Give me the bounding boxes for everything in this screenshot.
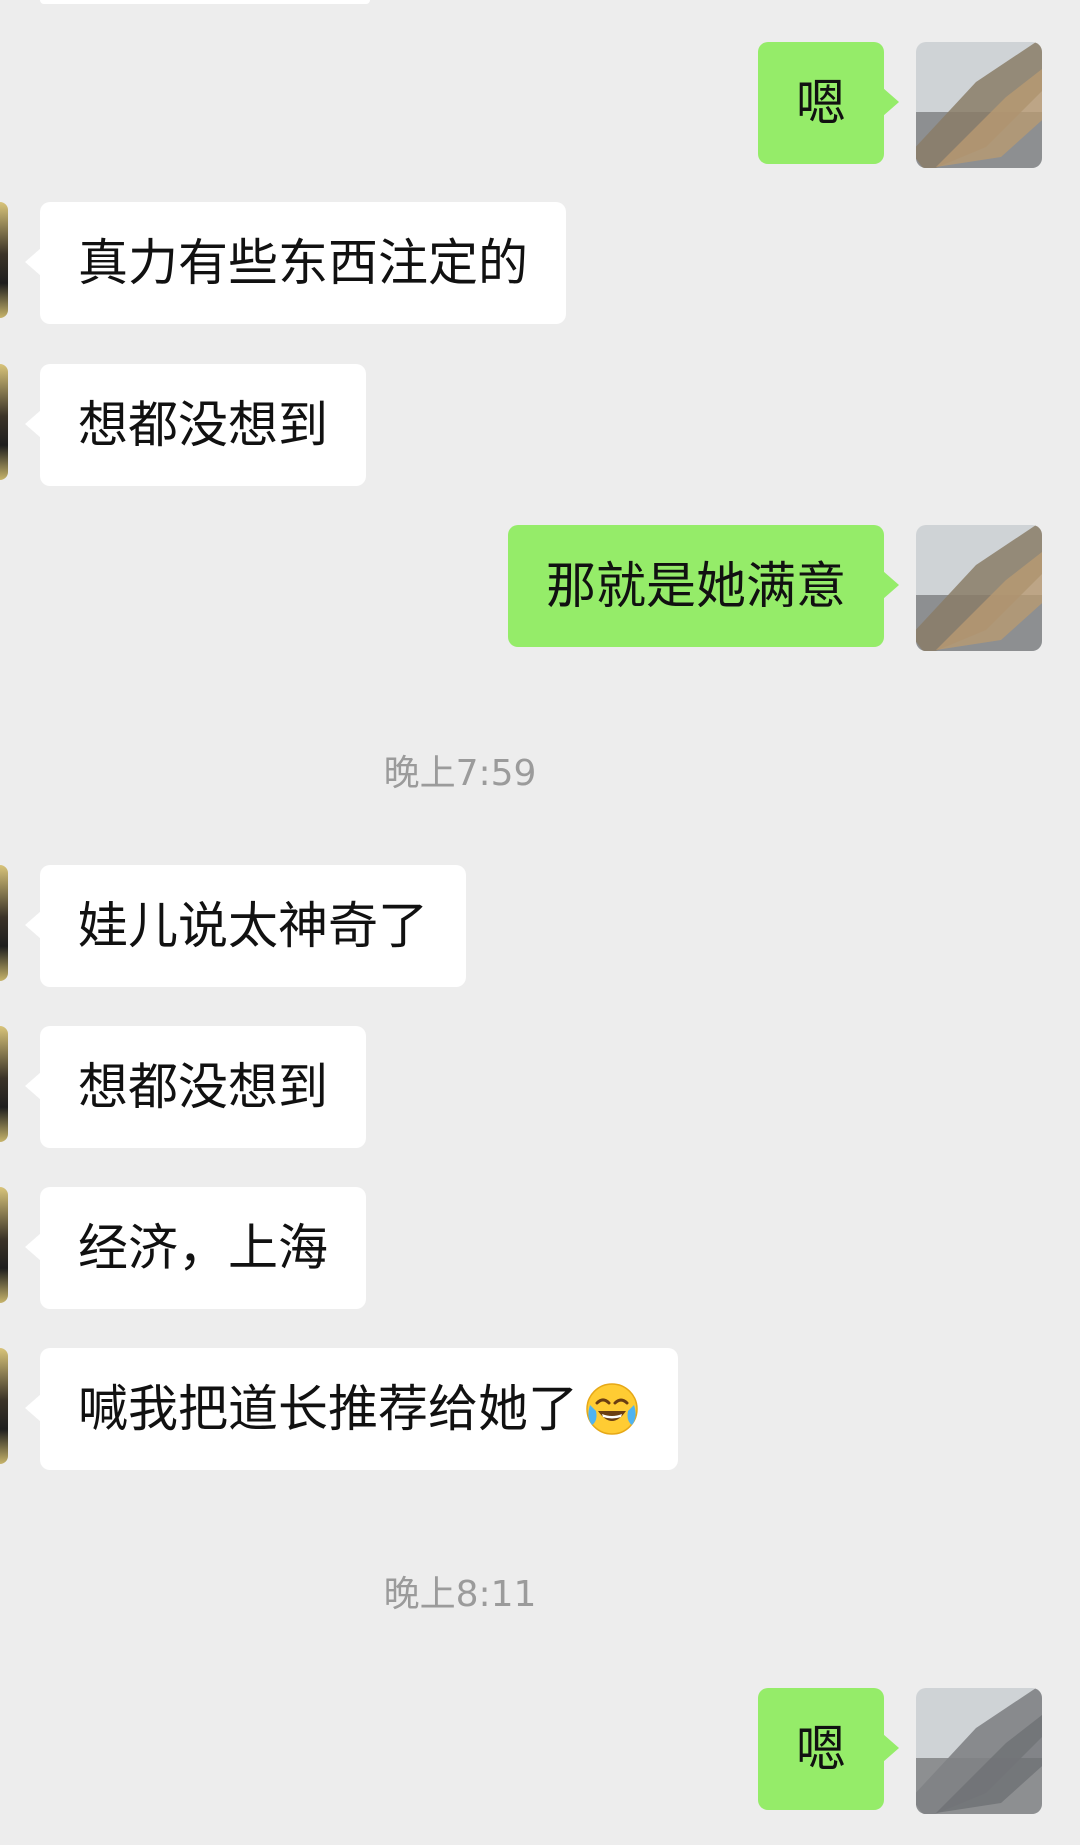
incoming-message-bubble[interactable]: 娃儿说太神奇了 bbox=[25, 865, 466, 987]
contact-avatar[interactable] bbox=[0, 1187, 8, 1303]
message-text: 娃儿说太神奇了 bbox=[78, 897, 428, 955]
outgoing-message-bubble[interactable]: 嗯 bbox=[758, 42, 899, 164]
message-text: 想都没想到 bbox=[78, 1058, 328, 1116]
contact-avatar[interactable] bbox=[0, 1026, 8, 1142]
message-text: 想都没想到 bbox=[78, 396, 328, 454]
contact-avatar[interactable] bbox=[0, 865, 8, 981]
message-text: 嗯 bbox=[796, 1720, 846, 1778]
contact-avatar[interactable] bbox=[0, 1348, 8, 1464]
contact-avatar[interactable] bbox=[0, 202, 8, 318]
message-text: 经济，上海 bbox=[78, 1219, 328, 1277]
my-avatar[interactable] bbox=[916, 42, 1042, 168]
message-text: 真力有些东西注定的 bbox=[78, 234, 528, 292]
crying-laughing-emoji-icon bbox=[586, 1383, 638, 1435]
incoming-message-bubble[interactable]: 喊我把道长推荐给她了 bbox=[25, 1348, 678, 1470]
contact-avatar[interactable] bbox=[0, 364, 8, 480]
blurred-avatar-icon bbox=[916, 1688, 1042, 1814]
message-text: 那就是她满意 bbox=[546, 557, 846, 615]
timestamp: 晚上7:59 bbox=[383, 753, 537, 794]
incoming-message-bubble[interactable]: 想都没想到 bbox=[25, 364, 366, 486]
outgoing-message-bubble[interactable]: 嗯 bbox=[758, 1688, 899, 1810]
my-avatar[interactable] bbox=[916, 525, 1042, 651]
blurred-avatar-icon bbox=[916, 525, 1042, 651]
incoming-message-bubble[interactable]: 想都没想到 bbox=[25, 1026, 366, 1148]
outgoing-message-bubble[interactable]: 那就是她满意 bbox=[508, 525, 899, 647]
my-avatar[interactable] bbox=[916, 1688, 1042, 1814]
message-text: 嗯 bbox=[796, 74, 846, 132]
timestamp: 晚上8:11 bbox=[383, 1574, 537, 1615]
chat-history[interactable]: 嗯 真力有些东西注定的 想都没想到 那就是她满意 晚上7:59 娃儿说太神奇了 … bbox=[0, 0, 1080, 1845]
previous-message-edge bbox=[40, 0, 370, 4]
incoming-message-bubble[interactable]: 经济，上海 bbox=[25, 1187, 366, 1309]
incoming-message-bubble[interactable]: 真力有些东西注定的 bbox=[25, 202, 566, 324]
message-text: 喊我把道长推荐给她了 bbox=[78, 1380, 578, 1438]
blurred-avatar-icon bbox=[916, 42, 1042, 168]
